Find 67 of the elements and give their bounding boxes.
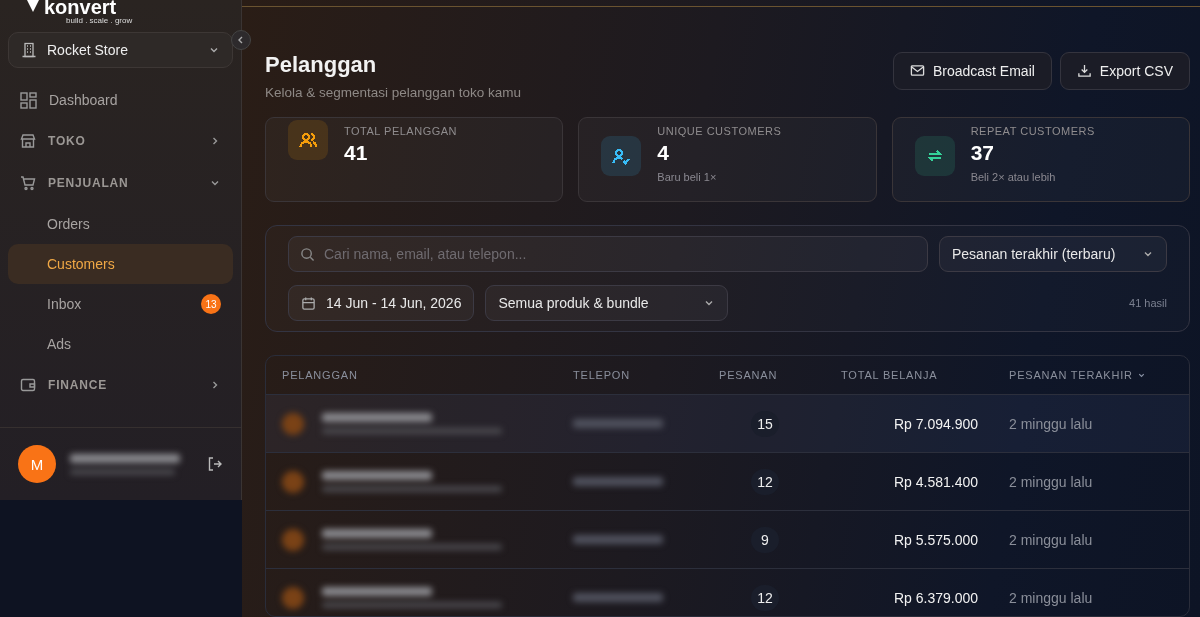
calendar-icon <box>301 295 316 311</box>
total-spent: Rp 5.575.000 <box>893 531 978 548</box>
logo-text: konvert <box>44 0 117 18</box>
user-avatar: M <box>18 445 56 483</box>
dashboard-icon <box>20 91 37 109</box>
broadcast-button[interactable]: Broadcast Email <box>892 51 1052 90</box>
total-spent: Rp 7.094.900 <box>893 415 978 432</box>
stat-label: REPEAT CUSTOMERS <box>970 125 1095 138</box>
store-selector[interactable]: Rocket Store <box>8 32 233 68</box>
nav-item[interactable]: Orders <box>8 204 233 244</box>
table-row[interactable]: 12 Rp 4.581.400 2 minggu lalu <box>266 452 1189 511</box>
sort-dropdown[interactable]: Pesanan terakhir (terbaru) <box>939 236 1167 273</box>
total-spent: Rp 4.581.400 <box>893 473 978 490</box>
store-icon <box>20 133 36 149</box>
nav-section[interactable]: TOKO <box>8 120 233 162</box>
total-spent: Rp 6.379.000 <box>893 589 978 606</box>
last-order: 2 minggu lalu <box>1009 415 1093 432</box>
order-count: 9 <box>751 526 779 553</box>
customer-avatar <box>282 586 304 609</box>
download-icon <box>1076 63 1092 79</box>
stat-value: 41 <box>344 141 369 166</box>
stat-note: Baru beli 1× <box>657 171 718 184</box>
search-icon <box>300 247 315 263</box>
order-count: 15 <box>751 410 779 437</box>
customer-avatar <box>282 528 304 551</box>
column-header: PESANAN <box>719 369 778 382</box>
page-title: Pelanggan <box>265 51 378 78</box>
collapse-button[interactable] <box>231 30 251 50</box>
result-count: 41 hasil <box>1129 297 1167 310</box>
building-icon <box>21 42 37 58</box>
mail-icon <box>909 63 925 79</box>
column-header: TOTAL BELANJA <box>841 369 938 382</box>
page-subtitle: Kelola & segmentasi pelanggan toko kamu <box>265 84 521 100</box>
column-header: TELEPON <box>573 369 630 382</box>
product-dropdown[interactable]: Semua produk & bundle <box>485 285 729 322</box>
order-count: 12 <box>751 584 779 611</box>
count-badge: 13 <box>201 294 221 314</box>
table-row[interactable]: 15 Rp 7.094.900 2 minggu lalu <box>266 394 1189 453</box>
table-row[interactable]: 12 Rp 6.379.000 2 minggu lalu <box>266 568 1189 616</box>
nav-section[interactable]: FINANCE <box>8 364 233 406</box>
cart-icon <box>20 175 36 191</box>
customer-avatar <box>282 412 304 435</box>
nav-item[interactable]: Inbox 13 <box>8 284 233 324</box>
column-header: PELANGGAN <box>282 369 358 382</box>
nav-item[interactable]: Dashboard <box>8 80 233 120</box>
stat-label: TOTAL PELANGGAN <box>344 125 458 138</box>
last-order: 2 minggu lalu <box>1009 589 1093 606</box>
wallet-icon <box>20 377 36 393</box>
last-order: 2 minggu lalu <box>1009 531 1093 548</box>
date-range-picker[interactable]: 14 Jun - 14 Jun, 2026 <box>288 285 475 322</box>
pin-icon <box>26 0 40 14</box>
export-button[interactable]: Export CSV <box>1059 51 1190 90</box>
stat-note: Beli 2× atau lebih <box>970 171 1057 184</box>
nav-item[interactable]: Customers <box>8 244 233 284</box>
order-count: 12 <box>751 468 779 495</box>
last-order: 2 minggu lalu <box>1009 473 1093 490</box>
logout-icon[interactable] <box>207 456 223 472</box>
table-row[interactable]: 9 Rp 5.575.000 2 minggu lalu <box>266 510 1189 569</box>
column-header[interactable]: PESANAN TERAKHIR <box>1009 369 1146 382</box>
stat-value: 37 <box>970 141 995 166</box>
logo-tagline: build . scale . grow <box>66 16 133 25</box>
customer-avatar <box>282 470 304 493</box>
stat-label: UNIQUE CUSTOMERS <box>657 125 782 138</box>
search-field[interactable]: Cari nama, email, atau telepon... <box>288 236 928 273</box>
nav-section[interactable]: PENJUALAN <box>8 162 233 204</box>
nav-item[interactable]: Ads <box>8 324 233 364</box>
stat-value: 4 <box>657 141 670 166</box>
